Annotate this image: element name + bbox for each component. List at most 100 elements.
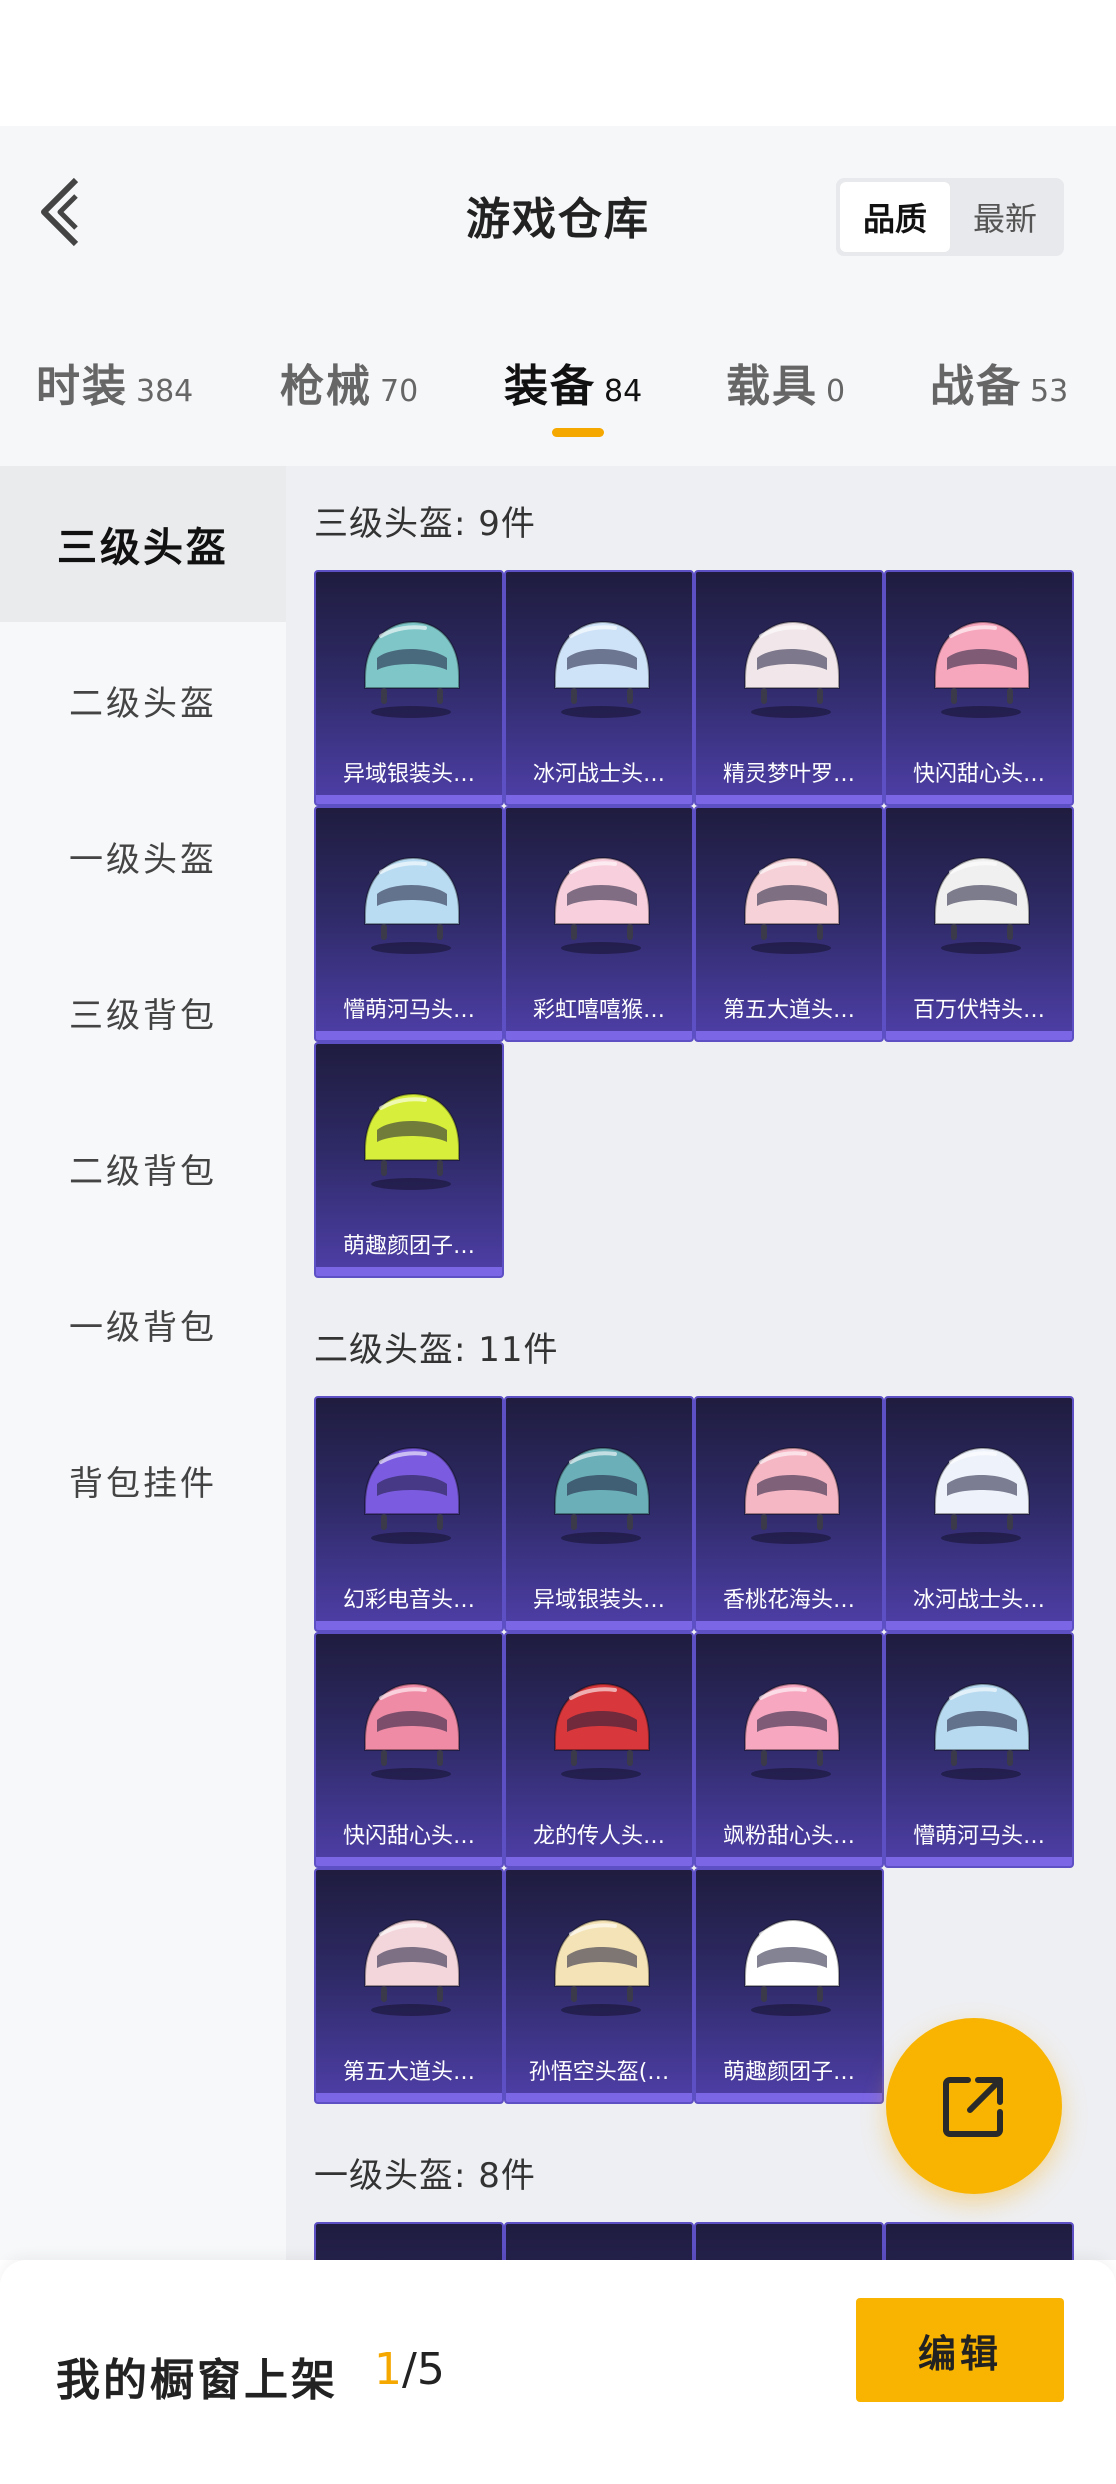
item-card[interactable]: 飒粉甜心头… xyxy=(694,1632,884,1868)
helmet-icon xyxy=(541,1668,661,1788)
helmet-icon xyxy=(541,1904,661,2024)
item-card[interactable]: 彩虹嘻嘻猴… xyxy=(504,806,694,1042)
sidebar: 三级头盔 二级头盔 一级头盔 三级背包 二级背包 一级背包 背包挂件 xyxy=(0,466,286,2260)
section-title: 三级头盔: 9件 xyxy=(314,504,536,544)
helmet-icon xyxy=(351,1904,471,2024)
tab-equipment[interactable]: 装备 84 xyxy=(504,350,642,414)
item-card[interactable]: 懵萌河马头… xyxy=(314,806,504,1042)
item-card[interactable] xyxy=(504,2222,694,2260)
item-name: 彩虹嘻嘻猴… xyxy=(532,998,665,1023)
share-button[interactable] xyxy=(886,2018,1062,2194)
item-card[interactable]: 异域银装头… xyxy=(504,1396,694,1632)
helmet-icon xyxy=(541,606,661,726)
sidebar-item-level1-helmet[interactable]: 一级头盔 xyxy=(0,778,286,934)
item-name: 百万伏特头… xyxy=(912,998,1045,1023)
item-name: 异域银装头… xyxy=(532,1588,665,1613)
section-title: 一级头盔: 8件 xyxy=(314,2156,536,2196)
tab-fashion[interactable]: 时装 384 xyxy=(36,350,193,414)
sort-newest-button[interactable]: 最新 xyxy=(950,182,1060,252)
item-name: 异域银装头… xyxy=(342,762,475,787)
item-card[interactable]: 快闪甜心头… xyxy=(884,570,1074,806)
item-name: 懵萌河马头… xyxy=(342,998,475,1023)
item-name: 懵萌河马头… xyxy=(912,1824,1045,1849)
helmet-icon xyxy=(921,1668,1041,1788)
item-card[interactable]: 龙的传人头… xyxy=(504,1632,694,1868)
item-card[interactable]: 冰河战士头… xyxy=(884,1396,1074,1632)
share-icon xyxy=(943,2077,1003,2137)
helmet-icon xyxy=(541,1432,661,1552)
item-card[interactable]: 第五大道头… xyxy=(694,806,884,1042)
tab-active-indicator xyxy=(552,428,604,437)
sidebar-item-level3-helmet[interactable]: 三级头盔 xyxy=(0,466,286,622)
item-card[interactable] xyxy=(314,2222,504,2260)
helmet-icon xyxy=(351,606,471,726)
item-card[interactable]: 萌趣颜团子… xyxy=(314,1042,504,1278)
sort-quality-button[interactable]: 品质 xyxy=(840,182,950,252)
sort-toggle: 品质 最新 xyxy=(836,178,1064,256)
item-name: 萌趣颜团子… xyxy=(722,2060,855,2085)
item-name: 冰河战士头… xyxy=(912,1588,1045,1613)
tab-label: 装备 xyxy=(504,361,596,412)
item-card[interactable]: 孙悟空头盔(… xyxy=(504,1868,694,2104)
sidebar-item-level3-backpack[interactable]: 三级背包 xyxy=(0,934,286,1090)
item-name: 飒粉甜心头… xyxy=(722,1824,855,1849)
tab-supplies[interactable]: 战备 53 xyxy=(930,350,1068,414)
tab-count: 84 xyxy=(604,374,643,409)
showcase-label: 我的橱窗上架 xyxy=(56,2355,338,2406)
helmet-icon xyxy=(731,606,851,726)
item-name: 龙的传人头… xyxy=(532,1824,665,1849)
item-name: 快闪甜心头… xyxy=(912,762,1045,787)
tab-count: 53 xyxy=(1030,374,1069,409)
sidebar-item-level2-helmet[interactable]: 二级头盔 xyxy=(0,622,286,778)
item-card[interactable]: 异域银装头… xyxy=(314,570,504,806)
item-card[interactable]: 快闪甜心头… xyxy=(314,1632,504,1868)
showcase-current: 1 xyxy=(374,2344,402,2395)
item-name: 第五大道头… xyxy=(722,998,855,1023)
sidebar-item-level2-backpack[interactable]: 二级背包 xyxy=(0,1090,286,1246)
helmet-icon xyxy=(921,606,1041,726)
item-card[interactable]: 精灵梦叶罗… xyxy=(694,570,884,806)
item-grid-area: 三级头盔: 9件 异域银装头… 冰河战士头… 精灵梦叶罗… 快闪甜心头… 懵萌河马头… 彩… xyxy=(286,466,1116,2260)
item-name: 孙悟空头盔(… xyxy=(528,2060,670,2085)
showcase-total: /5 xyxy=(402,2344,445,2395)
item-card[interactable]: 萌趣颜团子… xyxy=(694,1868,884,2104)
tab-label: 载具 xyxy=(726,361,818,412)
item-card[interactable]: 香桃花海头… xyxy=(694,1396,884,1632)
tab-label: 战备 xyxy=(930,361,1022,412)
helmet-icon xyxy=(351,842,471,962)
item-name: 萌趣颜团子… xyxy=(342,1234,475,1259)
item-card[interactable]: 冰河战士头… xyxy=(504,570,694,806)
item-name: 精灵梦叶罗… xyxy=(722,762,855,787)
item-card[interactable]: 幻彩电音头… xyxy=(314,1396,504,1632)
helmet-icon xyxy=(541,842,661,962)
helmet-icon xyxy=(731,1904,851,2024)
item-card[interactable] xyxy=(694,2222,884,2260)
sidebar-item-backpack-charm[interactable]: 背包挂件 xyxy=(0,1402,286,1558)
item-name: 冰河战士头… xyxy=(532,762,665,787)
showcase-count: 1/5 xyxy=(374,2344,445,2395)
status-bar xyxy=(0,0,1116,126)
item-card[interactable]: 懵萌河马头… xyxy=(884,1632,1074,1868)
helmet-icon xyxy=(921,842,1041,962)
helmet-icon xyxy=(351,1432,471,1552)
tab-guns[interactable]: 枪械 70 xyxy=(280,350,418,414)
helmet-icon xyxy=(731,1668,851,1788)
tab-label: 枪械 xyxy=(280,361,372,412)
item-name: 香桃花海头… xyxy=(722,1588,855,1613)
tab-count: 0 xyxy=(826,374,846,409)
helmet-icon xyxy=(921,1432,1041,1552)
sidebar-item-level1-backpack[interactable]: 一级背包 xyxy=(0,1246,286,1402)
helmet-icon xyxy=(731,842,851,962)
helmet-icon xyxy=(351,1078,471,1198)
tab-vehicles[interactable]: 载具 0 xyxy=(726,350,845,414)
item-card[interactable]: 第五大道头… xyxy=(314,1868,504,2104)
item-card[interactable] xyxy=(884,2222,1074,2260)
item-name: 幻彩电音头… xyxy=(342,1588,475,1613)
item-card[interactable]: 百万伏特头… xyxy=(884,806,1074,1042)
bottom-bar: 我的橱窗上架 1/5 编辑 xyxy=(0,2260,1116,2484)
item-name: 快闪甜心头… xyxy=(342,1824,475,1849)
tab-count: 70 xyxy=(380,374,419,409)
helmet-icon xyxy=(731,1432,851,1552)
tab-label: 时装 xyxy=(36,361,128,412)
edit-button[interactable]: 编辑 xyxy=(856,2298,1064,2402)
